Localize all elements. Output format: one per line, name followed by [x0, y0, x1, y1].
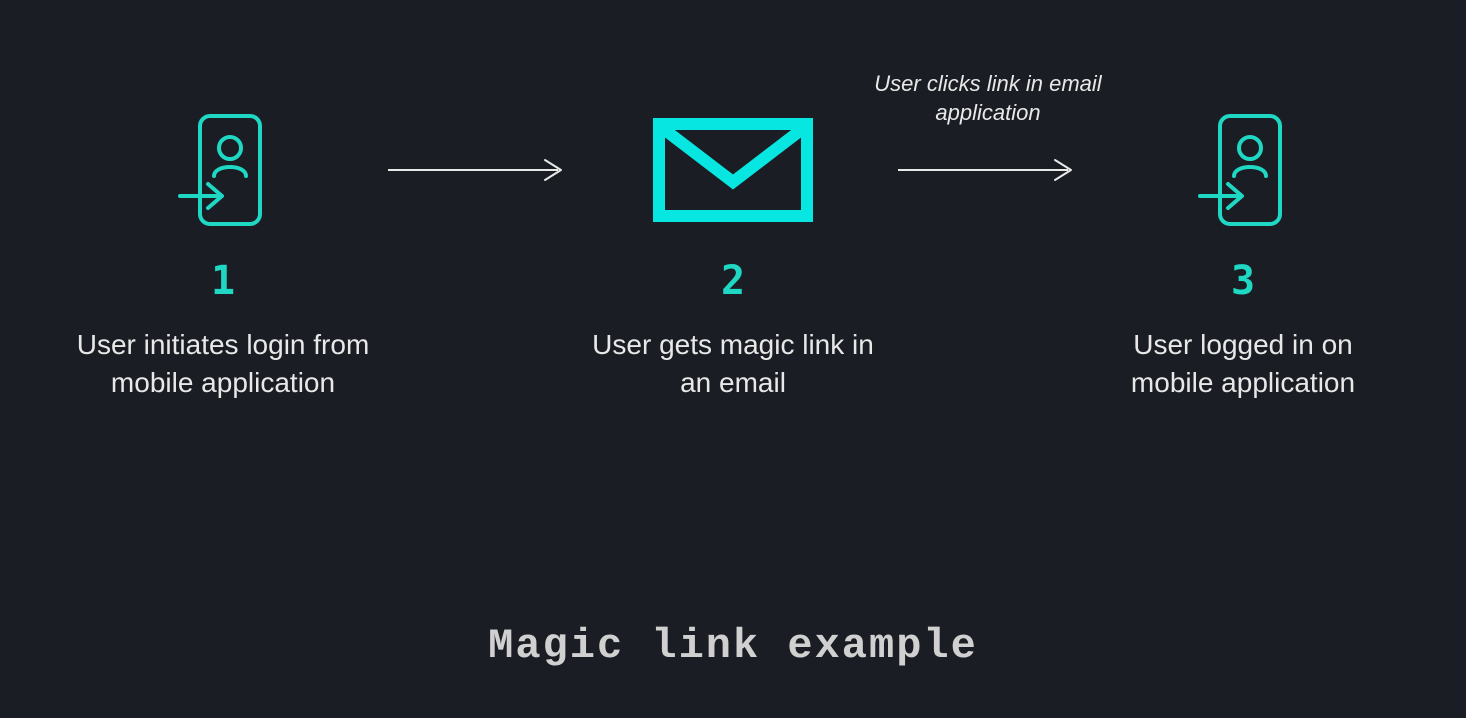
step-2: 2 User gets magic link in an email	[573, 100, 893, 402]
arrow-1	[383, 100, 573, 240]
step-3: 3 User logged in on mobile application	[1083, 100, 1403, 402]
arrow-label: User clicks link in email application	[868, 70, 1108, 127]
arrow-2: User clicks link in email application	[893, 100, 1083, 240]
step-description: User initiates login from mobile applica…	[73, 326, 373, 402]
step-number: 3	[1231, 258, 1255, 304]
login-icon	[178, 100, 268, 240]
step-description: User logged in on mobile application	[1093, 326, 1393, 402]
mail-icon	[653, 100, 813, 240]
step-number: 2	[721, 258, 745, 304]
step-description: User gets magic link in an email	[583, 326, 883, 402]
diagram-stage: 1 User initiates login from mobile appli…	[0, 100, 1466, 500]
step-1: 1 User initiates login from mobile appli…	[63, 100, 383, 402]
step-number: 1	[211, 258, 235, 304]
diagram-title: Magic link example	[0, 622, 1466, 670]
login-icon	[1198, 100, 1288, 240]
